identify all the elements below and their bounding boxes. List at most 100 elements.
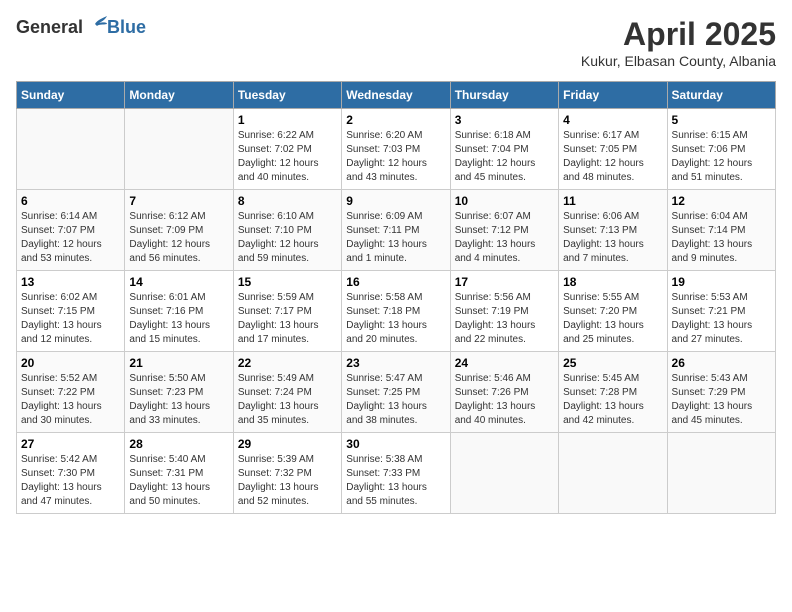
logo: General Blue xyxy=(16,16,146,39)
day-number: 26 xyxy=(672,356,771,370)
logo-blue-text: Blue xyxy=(107,17,146,38)
day-number: 1 xyxy=(238,113,337,127)
weekday-header-monday: Monday xyxy=(125,82,233,109)
day-info: Sunrise: 5:52 AMSunset: 7:22 PMDaylight:… xyxy=(21,372,120,428)
day-info: Sunrise: 5:39 AMSunset: 7:32 PMDaylight:… xyxy=(238,453,337,509)
calendar-week-row: 20 Sunrise: 5:52 AMSunset: 7:22 PMDayligh… xyxy=(17,352,776,433)
calendar-week-row: 27Sunrise: 5:42 AMSunset: 7:30 PMDayligh… xyxy=(17,433,776,514)
day-number: 21 xyxy=(129,356,228,370)
day-number: 27 xyxy=(21,437,120,451)
weekday-header-tuesday: Tuesday xyxy=(233,82,341,109)
day-info: Sunrise: 6:22 AMSunset: 7:02 PMDaylight:… xyxy=(238,129,337,185)
weekday-header-friday: Friday xyxy=(559,82,667,109)
calendar-cell: 9Sunrise: 6:09 AMSunset: 7:11 PMDaylight… xyxy=(342,190,450,271)
day-number: 13 xyxy=(21,275,120,289)
day-number: 5 xyxy=(672,113,771,127)
day-info: Sunrise: 6:04 AMSunset: 7:14 PMDaylight:… xyxy=(672,210,771,266)
calendar-cell: 21Sunrise: 5:50 AMSunset: 7:23 PMDayligh… xyxy=(125,352,233,433)
weekday-header-sunday: Sunday xyxy=(17,82,125,109)
day-info: Sunrise: 6:06 AMSunset: 7:13 PMDaylight:… xyxy=(563,210,662,266)
day-number: 8 xyxy=(238,194,337,208)
calendar-cell xyxy=(559,433,667,514)
day-number: 24 xyxy=(455,356,554,370)
calendar-cell xyxy=(125,109,233,190)
day-number: 12 xyxy=(672,194,771,208)
day-number: 19 xyxy=(672,275,771,289)
day-info: Sunrise: 5:55 AMSunset: 7:20 PMDaylight:… xyxy=(563,291,662,347)
day-number: 11 xyxy=(563,194,662,208)
page-header: General Blue April 2025 Kukur, Elbasan C… xyxy=(16,16,776,69)
calendar-week-row: 1 Sunrise: 6:22 AMSunset: 7:02 PMDaylight… xyxy=(17,109,776,190)
logo-bird-icon xyxy=(85,16,107,39)
calendar-cell: 1 Sunrise: 6:22 AMSunset: 7:02 PMDaylight… xyxy=(233,109,341,190)
day-number: 7 xyxy=(129,194,228,208)
day-number: 16 xyxy=(346,275,445,289)
calendar-cell: 29 Sunrise: 5:39 AMSunset: 7:32 PMDayligh… xyxy=(233,433,341,514)
day-info: Sunrise: 5:56 AMSunset: 7:19 PMDaylight:… xyxy=(455,291,554,347)
calendar-cell: 11 Sunrise: 6:06 AMSunset: 7:13 PMDayligh… xyxy=(559,190,667,271)
day-info: Sunrise: 6:01 AMSunset: 7:16 PMDaylight:… xyxy=(129,291,228,347)
day-number: 3 xyxy=(455,113,554,127)
calendar-cell: 12 Sunrise: 6:04 AMSunset: 7:14 PMDayligh… xyxy=(667,190,775,271)
day-info: Sunrise: 6:07 AMSunset: 7:12 PMDaylight:… xyxy=(455,210,554,266)
calendar-cell: 19 Sunrise: 5:53 AMSunset: 7:21 PMDayligh… xyxy=(667,271,775,352)
calendar-cell: 5 Sunrise: 6:15 AMSunset: 7:06 PMDaylight… xyxy=(667,109,775,190)
day-info: Sunrise: 5:58 AMSunset: 7:18 PMDaylight:… xyxy=(346,291,445,347)
calendar-cell: 7 Sunrise: 6:12 AMSunset: 7:09 PMDaylight… xyxy=(125,190,233,271)
weekday-header-wednesday: Wednesday xyxy=(342,82,450,109)
day-info: Sunrise: 6:02 AMSunset: 7:15 PMDaylight:… xyxy=(21,291,120,347)
title-area: April 2025 Kukur, Elbasan County, Albani… xyxy=(581,16,776,69)
day-info: Sunrise: 5:38 AMSunset: 7:33 PMDaylight:… xyxy=(346,453,445,509)
calendar-cell: 27Sunrise: 5:42 AMSunset: 7:30 PMDayligh… xyxy=(17,433,125,514)
calendar-cell: 4 Sunrise: 6:17 AMSunset: 7:05 PMDaylight… xyxy=(559,109,667,190)
day-number: 15 xyxy=(238,275,337,289)
day-number: 10 xyxy=(455,194,554,208)
calendar-cell: 2 Sunrise: 6:20 AMSunset: 7:03 PMDaylight… xyxy=(342,109,450,190)
calendar-cell: 18 Sunrise: 5:55 AMSunset: 7:20 PMDayligh… xyxy=(559,271,667,352)
calendar-cell: 16 Sunrise: 5:58 AMSunset: 7:18 PMDayligh… xyxy=(342,271,450,352)
calendar-cell: 15Sunrise: 5:59 AMSunset: 7:17 PMDayligh… xyxy=(233,271,341,352)
calendar-cell: 8Sunrise: 6:10 AMSunset: 7:10 PMDaylight… xyxy=(233,190,341,271)
calendar-cell: 3 Sunrise: 6:18 AMSunset: 7:04 PMDaylight… xyxy=(450,109,558,190)
day-number: 20 xyxy=(21,356,120,370)
day-number: 6 xyxy=(21,194,120,208)
calendar-cell: 24 Sunrise: 5:46 AMSunset: 7:26 PMDayligh… xyxy=(450,352,558,433)
day-info: Sunrise: 5:43 AMSunset: 7:29 PMDaylight:… xyxy=(672,372,771,428)
day-info: Sunrise: 6:20 AMSunset: 7:03 PMDaylight:… xyxy=(346,129,445,185)
day-info: Sunrise: 5:45 AMSunset: 7:28 PMDaylight:… xyxy=(563,372,662,428)
day-info: Sunrise: 6:14 AMSunset: 7:07 PMDaylight:… xyxy=(21,210,120,266)
calendar-cell xyxy=(17,109,125,190)
day-info: Sunrise: 5:40 AMSunset: 7:31 PMDaylight:… xyxy=(129,453,228,509)
day-info: Sunrise: 6:15 AMSunset: 7:06 PMDaylight:… xyxy=(672,129,771,185)
day-number: 4 xyxy=(563,113,662,127)
calendar-cell: 23Sunrise: 5:47 AMSunset: 7:25 PMDayligh… xyxy=(342,352,450,433)
weekday-header-saturday: Saturday xyxy=(667,82,775,109)
day-info: Sunrise: 6:12 AMSunset: 7:09 PMDaylight:… xyxy=(129,210,228,266)
day-number: 28 xyxy=(129,437,228,451)
day-info: Sunrise: 5:53 AMSunset: 7:21 PMDaylight:… xyxy=(672,291,771,347)
calendar-cell: 26 Sunrise: 5:43 AMSunset: 7:29 PMDayligh… xyxy=(667,352,775,433)
calendar-cell: 14Sunrise: 6:01 AMSunset: 7:16 PMDayligh… xyxy=(125,271,233,352)
day-number: 2 xyxy=(346,113,445,127)
day-number: 29 xyxy=(238,437,337,451)
calendar-week-row: 6 Sunrise: 6:14 AMSunset: 7:07 PMDaylight… xyxy=(17,190,776,271)
day-number: 25 xyxy=(563,356,662,370)
calendar-cell: 20 Sunrise: 5:52 AMSunset: 7:22 PMDayligh… xyxy=(17,352,125,433)
day-info: Sunrise: 5:46 AMSunset: 7:26 PMDaylight:… xyxy=(455,372,554,428)
day-info: Sunrise: 6:09 AMSunset: 7:11 PMDaylight:… xyxy=(346,210,445,266)
calendar-cell: 22 Sunrise: 5:49 AMSunset: 7:24 PMDayligh… xyxy=(233,352,341,433)
location-subtitle: Kukur, Elbasan County, Albania xyxy=(581,53,776,69)
day-info: Sunrise: 6:17 AMSunset: 7:05 PMDaylight:… xyxy=(563,129,662,185)
day-number: 18 xyxy=(563,275,662,289)
day-info: Sunrise: 6:18 AMSunset: 7:04 PMDaylight:… xyxy=(455,129,554,185)
day-number: 17 xyxy=(455,275,554,289)
calendar-table: SundayMondayTuesdayWednesdayThursdayFrid… xyxy=(16,81,776,514)
calendar-cell: 30Sunrise: 5:38 AMSunset: 7:33 PMDayligh… xyxy=(342,433,450,514)
calendar-cell: 6 Sunrise: 6:14 AMSunset: 7:07 PMDaylight… xyxy=(17,190,125,271)
logo-general-text: General xyxy=(16,17,83,38)
weekday-header-thursday: Thursday xyxy=(450,82,558,109)
day-info: Sunrise: 5:49 AMSunset: 7:24 PMDaylight:… xyxy=(238,372,337,428)
calendar-cell: 28 Sunrise: 5:40 AMSunset: 7:31 PMDayligh… xyxy=(125,433,233,514)
calendar-cell: 25 Sunrise: 5:45 AMSunset: 7:28 PMDayligh… xyxy=(559,352,667,433)
day-number: 22 xyxy=(238,356,337,370)
